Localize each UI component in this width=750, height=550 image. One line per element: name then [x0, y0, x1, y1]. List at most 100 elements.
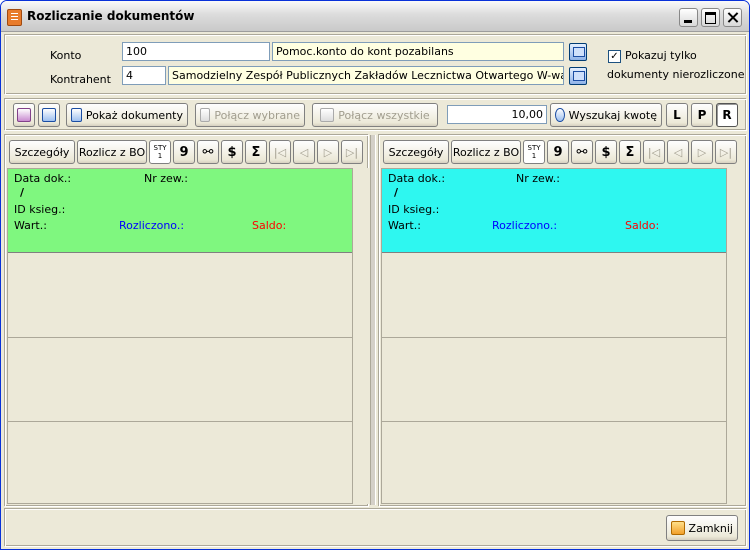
minimize-button[interactable]	[679, 8, 698, 27]
kontrahent-lookup-icon[interactable]	[569, 67, 587, 85]
konto-input[interactable]: 100	[122, 42, 270, 61]
left-scrollbar[interactable]	[352, 168, 370, 504]
left-document-grid[interactable]: Data dok.: Nr zew.: / ID ksieg.: Wart.: …	[7, 168, 353, 504]
kontrahent-input[interactable]: 4	[122, 66, 166, 85]
join-all-label: Połącz wszystkie	[338, 108, 430, 122]
left-pane: Szczegóły Rozlicz z BO STY 1 9 ⚯ $ Σ |◁ ◁…	[5, 135, 370, 507]
left-row-divider-1	[8, 337, 352, 338]
right-nine-button[interactable]: 9	[547, 140, 569, 164]
kontrahent-label: Kontrahent	[50, 73, 111, 86]
right-document-card[interactable]: Data dok.: Nr zew.: / ID ksieg.: Wart.: …	[382, 169, 726, 253]
right-settle-bo-button[interactable]: Rozlicz z BO	[451, 140, 521, 164]
main-window: Rozliczanie dokumentów Konto 100 Pomoc.k…	[0, 0, 750, 550]
edit-icon	[200, 108, 211, 122]
right-details-button[interactable]: Szczegóły	[383, 140, 449, 164]
right-link-button[interactable]: ⚯	[571, 140, 593, 164]
left-settle-bo-button[interactable]: Rozlicz z BO	[77, 140, 147, 164]
left-last-button[interactable]: ▷|	[341, 140, 363, 164]
left-data-dok-label: Data dok.:	[14, 172, 72, 185]
next-icon: ▷	[697, 145, 707, 159]
close-window-button[interactable]	[723, 8, 742, 27]
left-rozliczono-label: Rozliczono.:	[119, 219, 185, 232]
title-bar[interactable]: Rozliczanie dokumentów	[1, 1, 749, 32]
konto-label: Konto	[50, 49, 82, 62]
left-wart-label: Wart.:	[14, 219, 47, 232]
show-documents-label: Pokaż dokumenty	[85, 108, 183, 122]
left-sty-bottom: 1	[157, 152, 163, 160]
right-saldo-label: Saldo:	[625, 219, 660, 232]
right-sty-bottom: 1	[531, 152, 537, 160]
maximize-button[interactable]	[701, 8, 720, 27]
left-row-divider-2	[8, 421, 352, 422]
left-next-button[interactable]: ▷	[317, 140, 339, 164]
kontrahent-description: Samodzielny Zespół Publicznych Zakładów …	[168, 66, 564, 85]
left-id-ksieg-label: ID ksieg.:	[14, 203, 66, 216]
first-icon: |◁	[647, 145, 661, 159]
left-nr-zew-label: Nr zew.:	[144, 172, 188, 185]
right-wart-label: Wart.:	[388, 219, 421, 232]
left-link-button[interactable]: ⚯	[197, 140, 219, 164]
pane-splitter[interactable]	[370, 135, 376, 505]
left-sum-button[interactable]: Σ	[245, 140, 267, 164]
right-scrollbar[interactable]	[726, 168, 744, 504]
left-prev-button[interactable]: ◁	[293, 140, 315, 164]
search-amount-label: Wyszukaj kwotę	[568, 108, 657, 122]
window-title: Rozliczanie dokumentów	[27, 9, 195, 23]
edit-all-icon	[320, 108, 335, 122]
right-next-button[interactable]: ▷	[691, 140, 713, 164]
save-blue-button[interactable]	[38, 103, 60, 127]
show-unsettled-label-2: dokumenty nierozliczone	[607, 68, 745, 81]
left-saldo-label: Saldo:	[252, 219, 287, 232]
left-details-button[interactable]: Szczegóły	[9, 140, 75, 164]
last-icon: ▷|	[719, 145, 733, 159]
link-icon: ⚯	[576, 144, 588, 160]
right-first-button[interactable]: |◁	[643, 140, 665, 164]
filter-p-button[interactable]: P	[691, 103, 713, 127]
filter-r-button[interactable]: R	[716, 103, 738, 127]
join-all-button[interactable]: Połącz wszystkie	[312, 103, 438, 127]
right-sum-button[interactable]: Σ	[619, 140, 641, 164]
prev-icon: ◁	[673, 145, 683, 159]
right-sty-button[interactable]: STY 1	[523, 140, 545, 164]
right-last-button[interactable]: ▷|	[715, 140, 737, 164]
left-slash: /	[20, 186, 25, 199]
save-purple-button[interactable]	[13, 103, 35, 127]
left-document-card[interactable]: Data dok.: Nr zew.: / ID ksieg.: Wart.: …	[8, 169, 352, 253]
right-nr-zew-label: Nr zew.:	[516, 172, 560, 185]
left-nine-button[interactable]: 9	[173, 140, 195, 164]
show-documents-button[interactable]: Pokaż dokumenty	[66, 103, 188, 127]
left-dollar-button[interactable]: $	[221, 140, 243, 164]
right-document-grid[interactable]: Data dok.: Nr zew.: / ID ksieg.: Wart.: …	[381, 168, 727, 504]
join-selected-button[interactable]: Połącz wybrane	[195, 103, 305, 127]
document-icon	[71, 108, 82, 122]
right-prev-button[interactable]: ◁	[667, 140, 689, 164]
close-button[interactable]: Zamknij	[666, 515, 738, 541]
right-row-divider-2	[382, 421, 726, 422]
filter-l-button[interactable]: L	[666, 103, 688, 127]
search-amount-button[interactable]: Wyszukaj kwotę	[550, 103, 662, 127]
right-pane: Szczegóły Rozlicz z BO STY 1 9 ⚯ $ Σ |◁ ◁…	[379, 135, 747, 507]
right-sty-top: STY	[527, 144, 541, 152]
left-sty-button[interactable]: STY 1	[149, 140, 171, 164]
next-icon: ▷	[323, 145, 333, 159]
konto-lookup-icon[interactable]	[569, 43, 587, 61]
filter-panel: Konto 100 Pomoc.konto do kont pozabilans…	[5, 35, 747, 95]
last-icon: ▷|	[345, 145, 359, 159]
show-unsettled-label-1: Pokazuj tylko	[625, 49, 697, 62]
prev-icon: ◁	[299, 145, 309, 159]
link-icon: ⚯	[202, 144, 214, 160]
left-sty-top: STY	[153, 144, 167, 152]
document-app-icon	[7, 9, 22, 26]
footer-panel: Zamknij	[5, 509, 747, 547]
left-first-button[interactable]: |◁	[269, 140, 291, 164]
close-icon	[671, 521, 685, 535]
show-unsettled-checkbox[interactable]: ✓	[608, 50, 621, 63]
floppy-blue-icon	[42, 108, 56, 122]
amount-input[interactable]: 10,00	[447, 105, 547, 124]
close-label: Zamknij	[688, 521, 733, 535]
right-dollar-button[interactable]: $	[595, 140, 617, 164]
floppy-purple-icon	[17, 108, 31, 122]
toolbar: Pokaż dokumenty Połącz wybrane Połącz ws…	[5, 99, 747, 131]
right-slash: /	[394, 186, 399, 199]
right-id-ksieg-label: ID ksieg.:	[388, 203, 440, 216]
